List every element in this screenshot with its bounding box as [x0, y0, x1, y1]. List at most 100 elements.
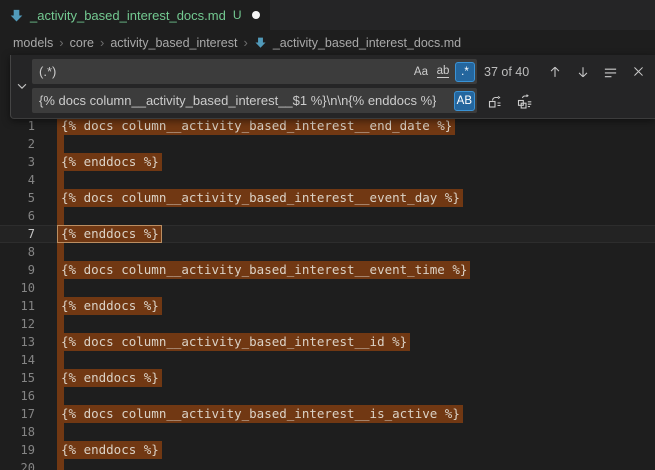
line-code[interactable]: {% enddocs %}	[57, 369, 162, 387]
line-code[interactable]: {% enddocs %}	[57, 225, 162, 243]
line-number[interactable]: 11	[0, 297, 35, 315]
editor-line: 8	[0, 243, 655, 261]
line-number[interactable]: 8	[0, 243, 35, 261]
line-code[interactable]	[57, 459, 64, 470]
line-code[interactable]	[57, 243, 64, 261]
find-input[interactable]: (.*) Aa ab .*	[32, 59, 477, 84]
chevron-down-icon	[15, 79, 29, 93]
breadcrumb-item-core[interactable]: core	[70, 36, 94, 50]
line-number[interactable]: 10	[0, 279, 35, 297]
replace-input[interactable]: {% docs column__activity_based_interest_…	[32, 88, 477, 113]
breadcrumb-item-models[interactable]: models	[13, 36, 53, 50]
replace-all-button[interactable]	[514, 90, 535, 111]
line-code[interactable]	[57, 135, 64, 153]
close-find-widget-button[interactable]	[628, 61, 649, 82]
editor-line: 11 {% enddocs %}	[0, 297, 655, 315]
match-count: 37 of 40	[484, 65, 529, 79]
line-number[interactable]: 16	[0, 387, 35, 405]
previous-match-button[interactable]	[544, 61, 565, 82]
line-code[interactable]: {% enddocs %}	[57, 297, 162, 315]
line-number[interactable]: 3	[0, 153, 35, 171]
line-number[interactable]: 14	[0, 351, 35, 369]
line-number[interactable]: 12	[0, 315, 35, 333]
line-number[interactable]: 13	[0, 333, 35, 351]
line-code[interactable]: {% enddocs %}	[57, 441, 162, 459]
line-number[interactable]: 2	[0, 135, 35, 153]
line-code[interactable]	[57, 207, 64, 225]
line-number[interactable]: 17	[0, 405, 35, 423]
breadcrumb: models › core › activity_based_interest …	[0, 30, 655, 55]
markdown-file-icon	[9, 8, 24, 23]
line-number[interactable]: 18	[0, 423, 35, 441]
tab-bar: _activity_based_interest_docs.md U	[0, 0, 655, 30]
line-number[interactable]: 9	[0, 261, 35, 279]
arrow-up-icon	[548, 65, 562, 79]
whole-word-toggle[interactable]: ab	[433, 62, 453, 82]
breadcrumb-item-folder[interactable]: activity_based_interest	[110, 36, 237, 50]
tab-active[interactable]: _activity_based_interest_docs.md U	[0, 0, 270, 30]
find-match-empty-line	[57, 243, 64, 261]
line-code[interactable]	[57, 423, 64, 441]
line-number[interactable]: 4	[0, 171, 35, 189]
line-number[interactable]: 20	[0, 459, 35, 470]
find-match: {% docs column__activity_based_interest_…	[57, 189, 463, 207]
line-code[interactable]: {% docs column__activity_based_interest_…	[57, 405, 463, 423]
replace-icon	[487, 93, 503, 109]
find-match-empty-line	[57, 279, 64, 297]
find-row: (.*) Aa ab .* 37 of 40	[32, 59, 649, 84]
line-code[interactable]	[57, 387, 64, 405]
find-match: {% docs column__activity_based_interest_…	[57, 333, 410, 351]
line-code[interactable]: {% docs column__activity_based_interest_…	[57, 333, 410, 351]
toggle-replace-button[interactable]	[11, 59, 32, 113]
editor-line: 3 {% enddocs %}	[0, 153, 655, 171]
find-widget: (.*) Aa ab .* 37 of 40	[10, 55, 655, 119]
find-match-empty-line	[57, 423, 64, 441]
find-match: {% docs column__activity_based_interest_…	[57, 117, 455, 135]
selection-lines-icon	[603, 64, 618, 79]
line-code[interactable]: {% docs column__activity_based_interest_…	[57, 117, 455, 135]
editor-line: 15 {% enddocs %}	[0, 369, 655, 387]
editor-line: 10	[0, 279, 655, 297]
line-number[interactable]: 15	[0, 369, 35, 387]
line-code[interactable]	[57, 351, 64, 369]
line-code[interactable]: {% docs column__activity_based_interest_…	[57, 189, 463, 207]
editor-line: 6	[0, 207, 655, 225]
line-number[interactable]: 7	[0, 225, 35, 243]
editor: (.*) Aa ab .* 37 of 40	[0, 55, 655, 470]
editor-lines: 1 {% docs column__activity_based_interes…	[0, 117, 655, 470]
breadcrumb-separator: ›	[59, 35, 63, 50]
find-match: {% enddocs %}	[57, 369, 162, 387]
editor-line: 18	[0, 423, 655, 441]
editor-line: 5 {% docs column__activity_based_interes…	[0, 189, 655, 207]
editor-line: 19 {% enddocs %}	[0, 441, 655, 459]
regex-toggle[interactable]: .*	[455, 62, 475, 82]
line-number[interactable]: 19	[0, 441, 35, 459]
line-code[interactable]	[57, 171, 64, 189]
close-icon	[632, 65, 645, 78]
find-match-empty-line	[57, 135, 64, 153]
next-match-button[interactable]	[572, 61, 593, 82]
replace-button[interactable]	[484, 90, 505, 111]
breadcrumb-separator: ›	[243, 35, 247, 50]
breadcrumb-separator: ›	[100, 35, 104, 50]
match-case-toggle[interactable]: Aa	[411, 62, 431, 82]
editor-line: 14	[0, 351, 655, 369]
preserve-case-toggle[interactable]: AB	[454, 91, 475, 111]
find-match-empty-line	[57, 387, 64, 405]
breadcrumb-item-file[interactable]: _activity_based_interest_docs.md	[273, 36, 461, 50]
line-code[interactable]: {% enddocs %}	[57, 153, 162, 171]
line-number[interactable]: 1	[0, 117, 35, 135]
modified-indicator-dot[interactable]	[252, 11, 260, 19]
line-code[interactable]: {% docs column__activity_based_interest_…	[57, 261, 470, 279]
line-number[interactable]: 5	[0, 189, 35, 207]
editor-line: 1 {% docs column__activity_based_interes…	[0, 117, 655, 135]
tab-title: _activity_based_interest_docs.md	[30, 8, 226, 23]
line-number[interactable]: 6	[0, 207, 35, 225]
line-code[interactable]	[57, 315, 64, 333]
line-code[interactable]	[57, 279, 64, 297]
find-match-empty-line	[57, 171, 64, 189]
find-in-selection-button[interactable]	[600, 61, 621, 82]
editor-line: 16	[0, 387, 655, 405]
find-match-empty-line	[57, 207, 64, 225]
replace-all-icon	[517, 93, 533, 109]
